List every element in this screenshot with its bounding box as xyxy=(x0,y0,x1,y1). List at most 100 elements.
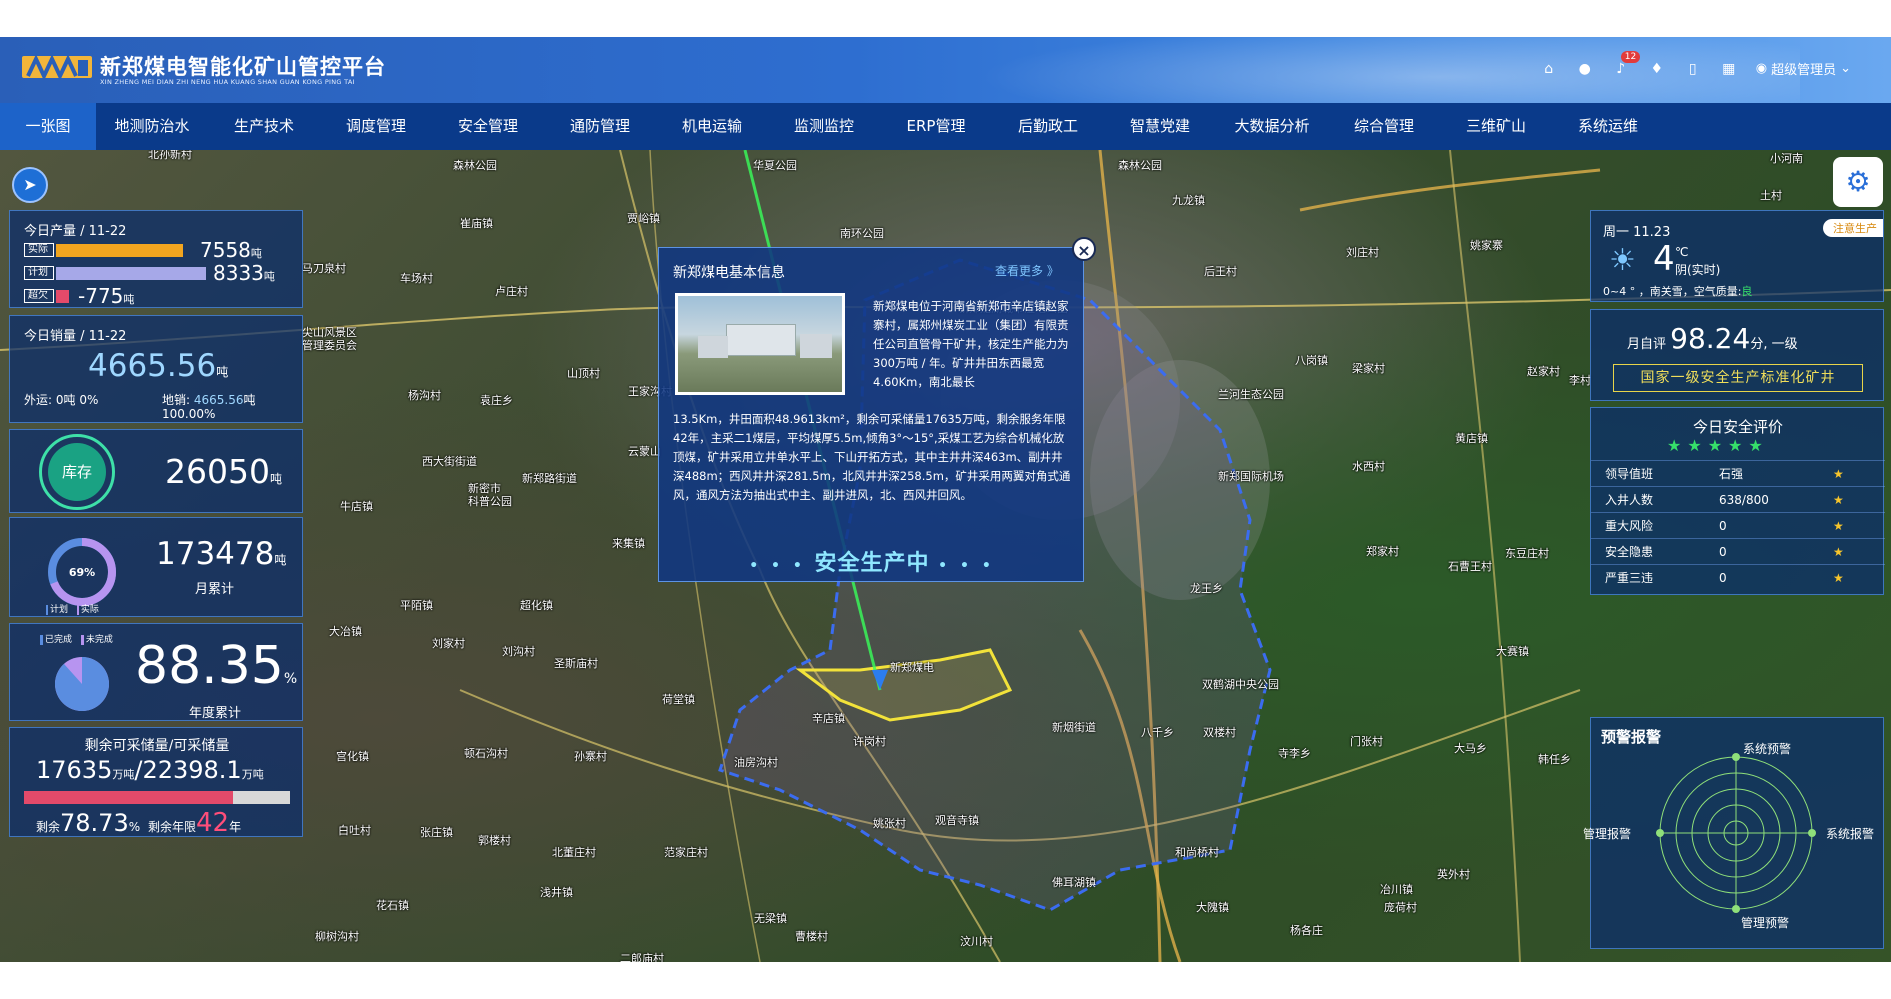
view-more-link[interactable]: 查看更多 》 xyxy=(995,262,1059,279)
nav-item-one-map[interactable]: 一张图 xyxy=(0,103,96,150)
actual-unit: 吨 xyxy=(250,247,262,260)
legend-plan: 计划 xyxy=(46,605,69,615)
actual-label: 实际 xyxy=(24,243,54,257)
safety-row: 领导值班 石强 ★ xyxy=(1591,460,1885,486)
map-place-label: 森林公园 xyxy=(453,159,497,172)
map-place-label: 山顶村 xyxy=(567,367,600,380)
over-value: -775吨 xyxy=(78,284,134,308)
safety-row: 重大风险 0 ★ xyxy=(1591,512,1885,538)
map-place-label: 土村 xyxy=(1760,189,1782,202)
sys-alarm-label: 系统报警 xyxy=(1826,827,1875,841)
map-place-label: 荷堂镇 xyxy=(662,693,695,706)
radar-point xyxy=(1808,829,1816,837)
reserve-track xyxy=(24,791,290,804)
settings-button[interactable]: ⚙ xyxy=(1833,157,1883,207)
nav-item-electromechanical[interactable]: 机电运输 xyxy=(656,103,768,150)
weather-alert: 注意生产 xyxy=(1823,219,1883,237)
reserve-footer: 剩余78.73% 剩余年限42年 xyxy=(36,808,241,838)
bulb-icon[interactable]: ♦ xyxy=(1648,60,1666,78)
nav-item-general[interactable]: 综合管理 xyxy=(1328,103,1440,150)
radar-point xyxy=(1732,905,1740,913)
map-place-label: 贾峪镇 xyxy=(627,212,660,225)
map-place-label: 南环公园 xyxy=(840,227,884,240)
chevron-down-icon: ⌄ xyxy=(1840,61,1851,76)
sales-local: 地销: 4665.56吨 xyxy=(162,391,256,408)
monthly-unit: 吨 xyxy=(274,553,287,567)
map-place-label: 水西村 xyxy=(1352,460,1385,473)
warning-title: 预警报警 xyxy=(1601,728,1662,746)
map-place-label: 牛店镇 xyxy=(340,500,373,513)
map-place-label: 兰河生态公园 xyxy=(1218,388,1284,401)
tablet-icon[interactable]: ▯ xyxy=(1684,60,1702,78)
legend-todo: 未完成 xyxy=(80,635,113,645)
nav-item-ventilation[interactable]: 通防管理 xyxy=(544,103,656,150)
star-icon: ★ xyxy=(1833,467,1844,481)
nav-item-geology-water[interactable]: 地测防治水 xyxy=(96,103,208,150)
map-place-label: 韩任乡 xyxy=(1538,753,1571,766)
nav-item-erp[interactable]: ERP管理 xyxy=(880,103,992,150)
map-place-label: 浅井镇 xyxy=(540,886,573,899)
map-place-label: 马刀泉村 xyxy=(302,262,346,275)
safety-row-value: 638/800 xyxy=(1719,493,1769,507)
production-title: 今日产量 / 11-22 xyxy=(24,224,127,239)
map-place-label: 杨沟村 xyxy=(408,389,441,402)
weather-detail: 0~4 ° ，南关雪，空气质量:良 xyxy=(1603,283,1752,299)
map-place-label: 崔庙镇 xyxy=(460,217,493,230)
sales-title: 今日销量 / 11-22 xyxy=(24,329,127,344)
safety-stars: ★★★★★ xyxy=(1667,436,1769,455)
bell-icon[interactable]: ♪ 12 xyxy=(1612,50,1641,78)
user-icon[interactable]: ● xyxy=(1576,60,1594,78)
user-menu[interactable]: ◉ 超级管理员 ⌄ xyxy=(1756,59,1851,78)
locate-button[interactable]: ➤ xyxy=(12,167,48,203)
sys-warn-label: 系统预警 xyxy=(1743,742,1792,756)
mine-info-popup: 新郑煤电基本信息 查看更多 》 新郑煤电位于河南省新郑市辛店镇赵家寨村，属郑州煤… xyxy=(658,247,1084,582)
yearly-value: 88.35% xyxy=(135,636,297,696)
home-icon[interactable]: ⌂ xyxy=(1540,60,1558,78)
nav-item-3d-mine[interactable]: 三维矿山 xyxy=(1440,103,1552,150)
nav-item-monitoring[interactable]: 监测监控 xyxy=(768,103,880,150)
map-place-label: 龙王乡 xyxy=(1190,582,1223,595)
nav-item-party[interactable]: 智慧党建 xyxy=(1104,103,1216,150)
map-place-label: 石曹王村 xyxy=(1448,560,1492,573)
plan-unit: 吨 xyxy=(263,270,275,283)
popup-close-button[interactable]: × xyxy=(1072,237,1096,261)
nav-item-safety[interactable]: 安全管理 xyxy=(432,103,544,150)
local-label: 地销: xyxy=(162,393,191,407)
map-place-label: 张庄镇 xyxy=(420,826,453,839)
map-place-label: 后王村 xyxy=(1204,265,1237,278)
map-place-label: 双鹤湖中央公园 xyxy=(1202,678,1279,691)
yearly-number: 88.35 xyxy=(135,636,284,696)
legend-done: 已完成 xyxy=(40,635,73,645)
safety-row-key: 严重三违 xyxy=(1605,571,1654,585)
reserve-remaining: 17635 xyxy=(36,756,113,784)
external-label: 外运: xyxy=(24,393,53,407)
remaining-pct: 78.73 xyxy=(60,809,129,837)
nav-item-logistics[interactable]: 后勤政工 xyxy=(992,103,1104,150)
temp-value: 4 xyxy=(1653,239,1675,279)
radar-point xyxy=(1656,829,1664,837)
monthly-panel: 69% 计划 实际 173478吨 月累计 xyxy=(9,517,303,617)
map-place-label: 观音寺镇 xyxy=(935,814,979,827)
years-unit: 年 xyxy=(229,820,242,834)
map-place-label: 姚张村 xyxy=(873,817,906,830)
map-place-label: 双楼村 xyxy=(1203,726,1236,739)
nav-item-dispatch[interactable]: 调度管理 xyxy=(320,103,432,150)
nav-item-production-tech[interactable]: 生产技术 xyxy=(208,103,320,150)
over-number: -775 xyxy=(78,284,124,308)
map-place-label: 李村 xyxy=(1569,374,1591,387)
nav-item-big-data[interactable]: 大数据分析 xyxy=(1216,103,1328,150)
banner-dots-left: • • • xyxy=(749,558,806,574)
gear-icon: ⚙ xyxy=(1845,165,1871,198)
reserve-remaining-unit: 万吨 xyxy=(112,768,135,781)
map-place-label: 寺李乡 xyxy=(1278,747,1311,760)
map-place-label: 刘沟村 xyxy=(502,645,535,658)
star-icon: ★ xyxy=(1833,519,1844,533)
nav-item-ops[interactable]: 系统运维 xyxy=(1552,103,1664,150)
map-place-label: 新郑煤电 xyxy=(890,661,934,674)
radar-chart xyxy=(1656,753,1816,913)
grid-icon[interactable]: ▦ xyxy=(1720,60,1738,78)
sales-value: 4665.56吨 xyxy=(88,348,228,384)
map-place-label: 英外村 xyxy=(1437,868,1470,881)
self-eval-grade: 一级 xyxy=(1771,337,1798,352)
map-place-label: 赵家村 xyxy=(1527,365,1560,378)
